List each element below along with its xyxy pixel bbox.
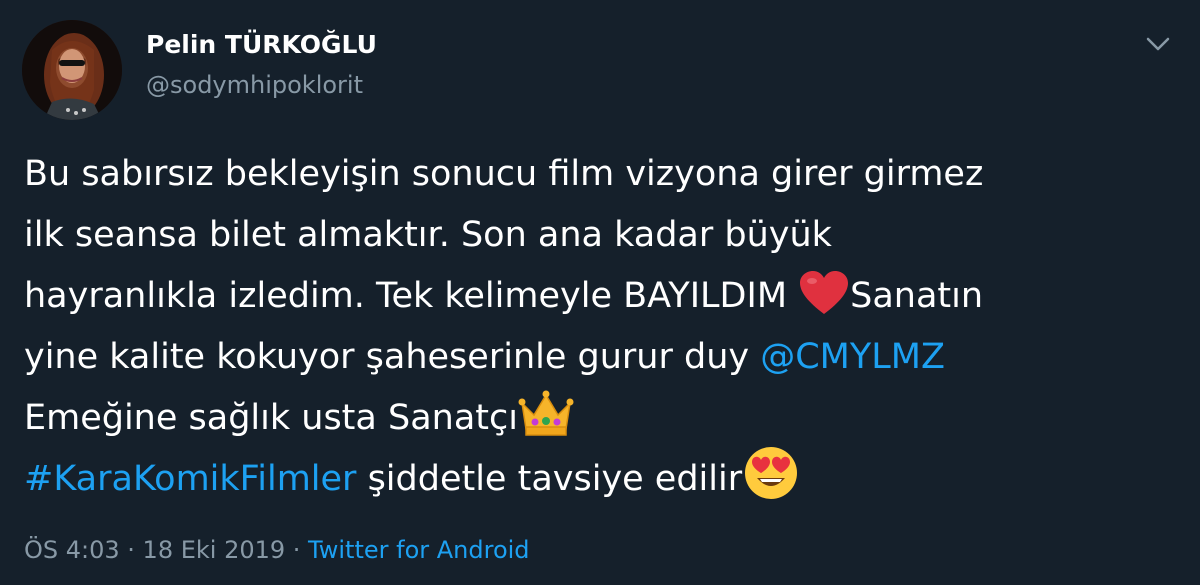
- tweet-card: Pelin TÜRKOĞLU @sodymhipoklorit Bu sabır…: [0, 0, 1200, 585]
- tweet-source-link[interactable]: Twitter for Android: [308, 536, 529, 564]
- profile-photo-icon: [22, 20, 122, 120]
- tweet-line: #KaraKomikFilmler şiddetle tavsiye edili…: [24, 447, 1184, 510]
- tweet-text-segment: şiddetle tavsiye edilir: [356, 459, 743, 499]
- tweet-line: yine kalite kokuyor şaheserinle gurur du…: [24, 327, 1184, 388]
- tweet-date[interactable]: 18 Eki 2019: [143, 536, 286, 564]
- heart-eyes-emoji-icon: [742, 444, 800, 500]
- meta-separator: ·: [285, 536, 309, 564]
- tweet-text-segment: yine kalite kokuyor şaheserinle gurur du…: [24, 337, 761, 377]
- avatar[interactable]: [22, 20, 122, 120]
- tweet-text-segment: Emeğine sağlık usta Sanatçı: [24, 398, 518, 438]
- mention-link[interactable]: @CMYLMZ: [760, 337, 945, 377]
- tweet-text: Bu sabırsız bekleyişin sonucu film vizyo…: [24, 144, 1184, 510]
- tweet-metadata: ÖS 4:03 · 18 Eki 2019 · Twitter for Andr…: [24, 536, 530, 564]
- red-heart-emoji-icon: [798, 270, 850, 316]
- tweet-line: Emeğine sağlık usta Sanatçı: [24, 388, 1184, 449]
- chevron-down-icon[interactable]: [1143, 33, 1173, 55]
- tweet-line: ilk seansa bilet almaktır. Son ana kadar…: [24, 205, 1184, 266]
- tweet-text-segment: Bu sabırsız bekleyişin sonucu film vizyo…: [24, 154, 984, 194]
- tweet-text-segment: Sanatın: [850, 276, 984, 316]
- meta-separator: ·: [119, 536, 143, 564]
- tweet-line: hayranlıkla izledim. Tek kelimeyle BAYIL…: [24, 266, 1184, 327]
- user-display-name[interactable]: Pelin TÜRKOĞLU: [146, 30, 377, 59]
- tweet-line: Bu sabırsız bekleyişin sonucu film vizyo…: [24, 144, 1184, 205]
- tweet-time[interactable]: ÖS 4:03: [24, 536, 120, 564]
- tweet-text-segment: ilk seansa bilet almaktır. Son ana kadar…: [24, 215, 832, 255]
- hashtag-link[interactable]: #KaraKomikFilmler: [24, 459, 356, 499]
- user-handle[interactable]: @sodymhipoklorit: [146, 71, 363, 99]
- crown-emoji-icon: [518, 389, 574, 437]
- tweet-text-segment: hayranlıkla izledim. Tek kelimeyle BAYIL…: [24, 276, 799, 316]
